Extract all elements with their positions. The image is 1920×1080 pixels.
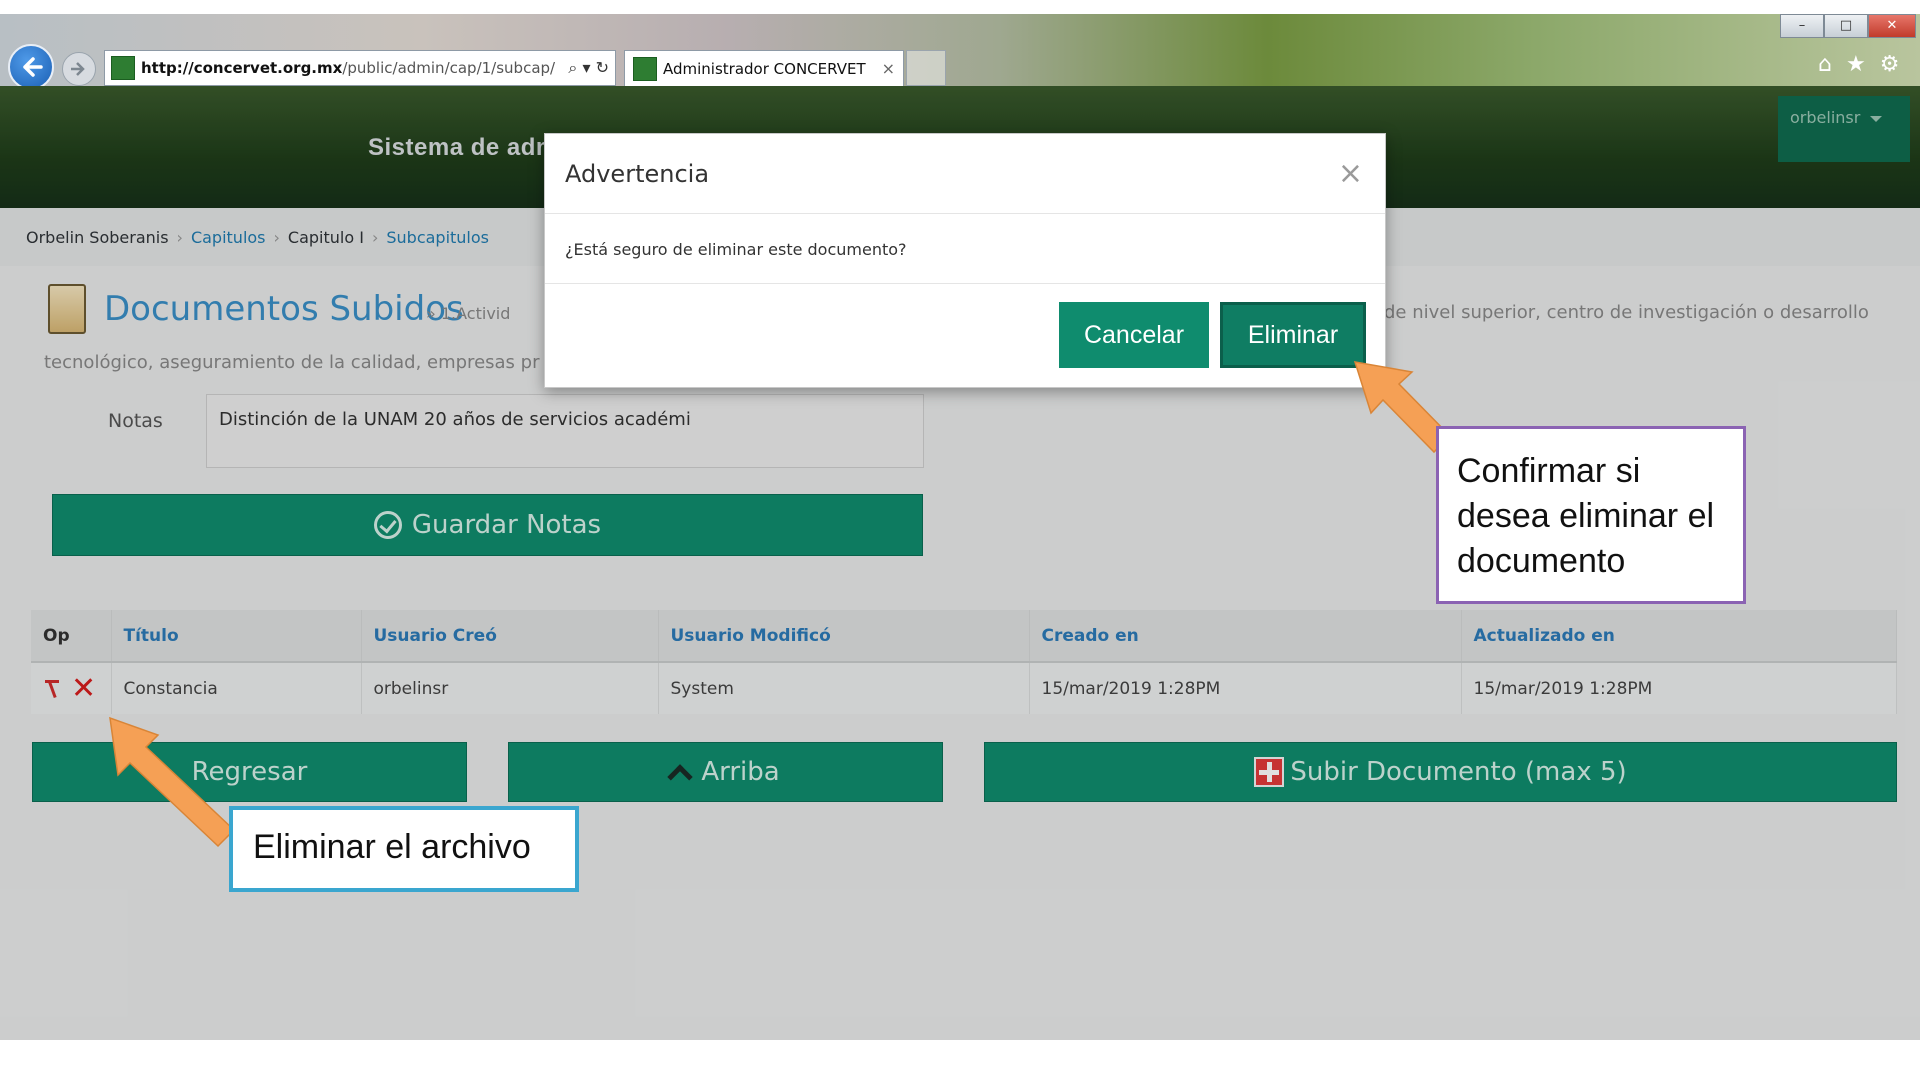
blank-area [0,1040,1920,1080]
callout-confirm-delete: Confirmar si desea eliminar el documento [1436,426,1746,604]
arrow-to-delete-icon [109,716,236,848]
callout-delete-file: Eliminar el archivo [229,806,579,892]
screenshot: http://concervet.org.mx/public/admin/cap… [0,0,1920,1040]
